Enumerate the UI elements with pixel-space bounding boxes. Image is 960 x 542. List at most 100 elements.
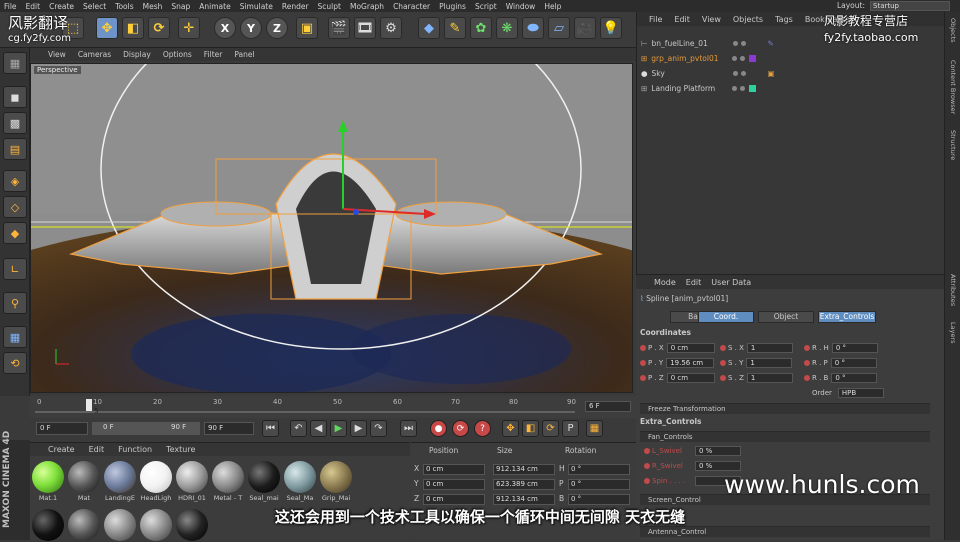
camera-icon[interactable]: 🎥 <box>574 17 596 39</box>
material-tag-icon[interactable]: ▣ <box>768 69 775 78</box>
cube-primitive-icon[interactable]: ◆ <box>418 17 440 39</box>
x-axis-lock-button[interactable]: X <box>214 17 236 39</box>
material-swatch[interactable]: Grip_Mai <box>318 461 354 502</box>
render-settings-icon[interactable]: ⚙ <box>380 17 402 39</box>
freeze-transformation-group[interactable]: Freeze Transformation <box>640 403 930 414</box>
go-to-end-icon[interactable]: ⏭ <box>400 420 417 437</box>
menu-window[interactable]: Window <box>506 2 536 11</box>
objects-menu-tags[interactable]: Tags <box>775 15 793 24</box>
key-scale-icon[interactable]: ◧ <box>522 420 539 437</box>
param-position-x[interactable]: 0 cm <box>666 343 715 353</box>
material-menu-function[interactable]: Function <box>118 445 152 454</box>
tab-object[interactable]: Object <box>758 311 814 323</box>
perspective-viewport[interactable]: Perspective <box>30 63 633 393</box>
keyframe-selection-icon[interactable]: ? <box>474 420 491 437</box>
tag-icon[interactable]: ✎ <box>768 39 774 48</box>
animate-dot[interactable] <box>644 463 650 469</box>
timeline[interactable]: 0 10 20 30 40 50 60 70 80 90 5 6 F <box>30 396 636 418</box>
menu-render[interactable]: Render <box>282 2 309 11</box>
param-scale-z[interactable]: 1 <box>746 373 793 383</box>
size-x-field[interactable]: 912.134 cm <box>493 464 555 475</box>
menu-mesh[interactable]: Mesh <box>143 2 163 11</box>
material-swatch[interactable]: Seal_mai <box>246 461 282 502</box>
next-key-icon[interactable]: ↷ <box>370 420 387 437</box>
param-rotation-b[interactable]: 0 ° <box>831 373 878 383</box>
rotation-p-field[interactable]: 0 ° <box>568 479 630 490</box>
order-select[interactable]: HPB <box>837 388 884 398</box>
menu-file[interactable]: File <box>4 2 17 11</box>
next-frame-icon[interactable]: ▶ <box>350 420 367 437</box>
material-menu-edit[interactable]: Edit <box>89 445 105 454</box>
size-y-field[interactable]: 623.389 cm <box>493 479 555 490</box>
deformer-icon[interactable]: ⬬ <box>522 17 544 39</box>
model-mode-icon[interactable]: ◼ <box>3 86 27 108</box>
size-z-field[interactable]: 912.134 cm <box>493 494 555 505</box>
visibility-dot[interactable] <box>740 56 746 61</box>
viewport-menu-panel[interactable]: Panel <box>234 50 254 59</box>
coordinate-system-icon[interactable]: ▣ <box>296 17 318 39</box>
animate-dot[interactable] <box>640 375 646 381</box>
texture-mode-icon[interactable]: ▩ <box>3 112 27 134</box>
workplane-mode-icon[interactable]: ▤ <box>3 138 27 160</box>
antenna-control-group[interactable]: Antenna_Control <box>640 526 930 537</box>
tweak-mode-icon[interactable]: ⚲ <box>3 292 27 314</box>
position-y-field[interactable]: 0 cm <box>423 479 485 490</box>
render-view-icon[interactable]: 🎬 <box>328 17 350 39</box>
light-icon[interactable]: 💡 <box>600 17 622 39</box>
menu-animate[interactable]: Animate <box>199 2 230 11</box>
array-cloner-icon[interactable]: ❋ <box>496 17 518 39</box>
tab-objects[interactable]: Objects <box>949 18 957 43</box>
end-frame-field[interactable]: 90 F <box>204 422 254 435</box>
visibility-dot[interactable] <box>732 71 738 76</box>
layer-color-tag[interactable] <box>749 85 757 92</box>
object-row[interactable]: ⊞ Landing Platform <box>641 82 941 95</box>
menu-script[interactable]: Script <box>475 2 497 11</box>
visibility-dot[interactable] <box>732 41 738 46</box>
param-rotation-h[interactable]: 0 ° <box>831 343 878 353</box>
animate-dot[interactable] <box>644 448 650 454</box>
objects-menu-view[interactable]: View <box>702 15 721 24</box>
key-position-icon[interactable]: ✥ <box>502 420 519 437</box>
animate-dot[interactable] <box>644 478 650 484</box>
key-rotation-icon[interactable]: ⟳ <box>542 420 559 437</box>
material-swatch[interactable]: Metal - T <box>210 461 246 502</box>
visibility-dot[interactable] <box>740 86 746 91</box>
animate-dot[interactable] <box>804 360 810 366</box>
play-icon[interactable]: ▶ <box>330 420 347 437</box>
menu-select[interactable]: Select <box>83 2 106 11</box>
tab-content-browser[interactable]: Content Browser <box>949 60 957 114</box>
rotation-b-field[interactable]: 0 ° <box>568 494 630 505</box>
menu-character[interactable]: Character <box>393 2 430 11</box>
start-frame-field[interactable]: 0 F <box>36 422 88 435</box>
animate-dot[interactable] <box>720 375 726 381</box>
menu-plugins[interactable]: Plugins <box>439 2 466 11</box>
menu-sculpt[interactable]: Sculpt <box>318 2 341 11</box>
go-to-start-icon[interactable]: ⏮ <box>262 420 279 437</box>
make-editable-icon[interactable]: ▦ <box>3 52 27 74</box>
animate-dot[interactable] <box>720 360 726 366</box>
visibility-dot[interactable] <box>740 41 746 46</box>
objects-menu-file[interactable]: File <box>649 15 662 24</box>
spline-pen-icon[interactable]: ✎ <box>444 17 466 39</box>
workplane-lock-icon[interactable]: ⟲ <box>3 352 27 374</box>
layer-color-tag[interactable] <box>749 55 757 62</box>
menu-edit[interactable]: Edit <box>26 2 41 11</box>
tab-layers[interactable]: Layers <box>949 322 957 344</box>
objects-menu-objects[interactable]: Objects <box>733 15 763 24</box>
current-frame-field[interactable]: 6 F <box>585 401 631 412</box>
polygons-mode-icon[interactable]: ◆ <box>3 222 27 244</box>
scale-tool-icon[interactable]: ◧ <box>122 17 144 39</box>
visibility-dot[interactable] <box>732 56 738 61</box>
menu-help[interactable]: Help <box>544 2 561 11</box>
material-swatch[interactable]: LandingE <box>102 461 138 502</box>
material-menu-create[interactable]: Create <box>48 445 75 454</box>
param-scale-x[interactable]: 1 <box>746 343 793 353</box>
position-x-field[interactable]: 0 cm <box>423 464 485 475</box>
param-rotation-p[interactable]: 0 ° <box>830 358 877 368</box>
visibility-dot[interactable] <box>732 86 738 91</box>
autokey-icon[interactable]: ⟳ <box>452 420 469 437</box>
attr-menu-user-data[interactable]: User Data <box>711 278 751 287</box>
viewport-menu-cameras[interactable]: Cameras <box>78 50 111 59</box>
z-axis-lock-button[interactable]: Z <box>266 17 288 39</box>
floor-scene-icon[interactable]: ▱ <box>548 17 570 39</box>
